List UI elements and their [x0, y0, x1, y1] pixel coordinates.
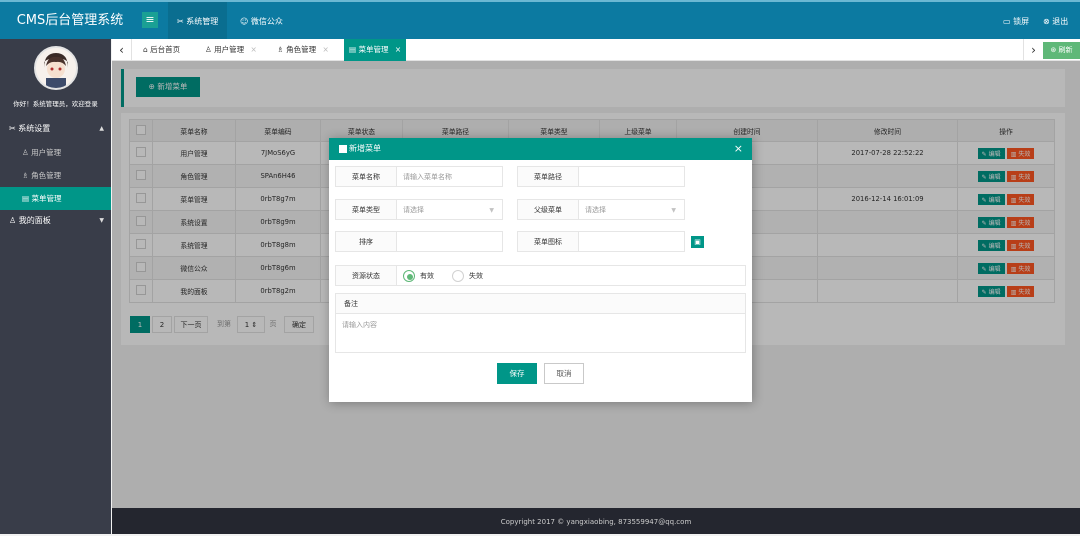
menu-icon-input[interactable] [579, 231, 685, 252]
chevron-down-icon: ▼ [671, 207, 676, 214]
radio-unchecked-icon [452, 270, 464, 282]
page-tab-home[interactable]: ⌂ 后台首页 [138, 39, 185, 61]
menu-icon: ▤ [349, 45, 357, 54]
parent-menu-select[interactable]: 请选择 ▼ [579, 199, 685, 220]
refresh-icon: ⊛ [1050, 46, 1057, 54]
home-icon: ⌂ [143, 45, 148, 54]
user-icon: ♙ [22, 148, 29, 157]
page-tab-users[interactable]: ♙ 用户管理 × [200, 39, 262, 61]
chevron-left-icon[interactable]: ‹ [112, 39, 132, 61]
close-icon[interactable]: × [734, 138, 743, 160]
welcome-text: 你好！系统管理员，欢迎登录 [13, 100, 98, 108]
sidebar-group-system-settings[interactable]: ✂ 系统设置 ▲ [0, 118, 111, 140]
top-header: CMS后台管理系统 ≡ ✂ 系统管理 ☺ 微信公众 ▭ 锁屏 ⊗ 退出 [0, 0, 1080, 39]
menu-path-label: 菜单路径 [517, 166, 579, 187]
avatar [34, 46, 78, 90]
menu-type-label: 菜单类型 [335, 199, 397, 220]
status-radio-group [397, 265, 746, 286]
role-icon: ♗ [277, 45, 284, 54]
close-circle-icon: ⊗ [1043, 17, 1050, 26]
chevron-right-icon[interactable]: › [1023, 39, 1043, 61]
save-button[interactable]: 保存 [497, 363, 537, 384]
lock-screen-button[interactable]: ▭ 锁屏 [1003, 2, 1029, 39]
refresh-button[interactable]: ⊛ 刷新 [1043, 42, 1080, 59]
sidebar: 你好！系统管理员，欢迎登录 ✂ 系统设置 ▲ ♙ 用户管理 ♗ 角色管理 ▤ 菜… [0, 39, 111, 534]
sort-input[interactable] [397, 231, 503, 252]
dialog-title: 新增菜单 [349, 144, 381, 153]
footer-copyright: Copyright 2017 © yangxiaobing, 873559947… [112, 508, 1080, 534]
add-menu-dialog: 新增菜单 × 菜单名称 请输入菜单名称 菜单路径 菜单类型 请选择 ▼ 父级菜单… [329, 138, 752, 402]
close-icon[interactable]: × [323, 45, 329, 54]
menu-name-input[interactable]: 请输入菜单名称 [397, 166, 503, 187]
menu-icon-label: 菜单图标 [517, 231, 579, 252]
menu-icon [339, 145, 347, 153]
app-title: CMS后台管理系统 [16, 13, 124, 28]
remark-textarea[interactable]: 请输入内容 [335, 314, 746, 353]
menu-type-select[interactable]: 请选择 ▼ [397, 199, 503, 220]
close-icon[interactable]: × [395, 45, 401, 54]
menu-icon: ▤ [22, 194, 30, 203]
page-tab-roles[interactable]: ♗ 角色管理 × [272, 39, 334, 61]
tab-wechat[interactable]: ☺ 微信公众 [231, 2, 292, 39]
menu-path-input[interactable] [579, 166, 685, 187]
sort-label: 排序 [335, 231, 397, 252]
chevron-up-icon: ▲ [99, 125, 104, 132]
sidebar-item-users[interactable]: ♙ 用户管理 [0, 141, 111, 164]
page-tab-bar: ‹ ⌂ 后台首页 ♙ 用户管理 × ♗ 角色管理 × ▤ 菜单管理 × › ⊛ … [112, 39, 1080, 61]
menu-name-label: 菜单名称 [335, 166, 397, 187]
close-icon[interactable]: × [251, 45, 257, 54]
cancel-button[interactable]: 取消 [544, 363, 584, 384]
tools-icon: ✂ [177, 17, 184, 26]
status-label: 资源状态 [335, 265, 397, 286]
logout-button[interactable]: ⊗ 退出 [1043, 2, 1068, 39]
status-valid-radio[interactable]: 有效 [403, 269, 434, 283]
tab-system-management[interactable]: ✂ 系统管理 [168, 2, 228, 39]
page-tab-menus[interactable]: ▤ 菜单管理 × [344, 39, 407, 61]
image-picker-icon[interactable]: ▣ [691, 236, 704, 248]
parent-menu-label: 父级菜单 [517, 199, 579, 220]
chevron-down-icon: ▼ [99, 217, 104, 224]
user-icon: ♙ [9, 216, 17, 225]
role-icon: ♗ [22, 171, 29, 180]
radio-checked-icon [403, 270, 415, 282]
tools-icon: ✂ [9, 124, 16, 133]
user-icon: ♙ [205, 45, 212, 54]
wechat-icon: ☺ [240, 17, 249, 26]
menu-toggle-button[interactable]: ≡ [142, 12, 158, 28]
status-invalid-radio[interactable]: 失效 [452, 269, 483, 283]
chevron-down-icon: ▼ [489, 207, 494, 214]
monitor-icon: ▭ [1003, 17, 1011, 26]
remark-label: 备注 [335, 293, 746, 314]
sidebar-group-my-panel[interactable]: ♙ 我的面板 ▼ [0, 210, 111, 232]
sidebar-item-menus[interactable]: ▤ 菜单管理 [0, 187, 111, 210]
dialog-header: 新增菜单 × [329, 138, 752, 160]
sidebar-item-roles[interactable]: ♗ 角色管理 [0, 164, 111, 187]
